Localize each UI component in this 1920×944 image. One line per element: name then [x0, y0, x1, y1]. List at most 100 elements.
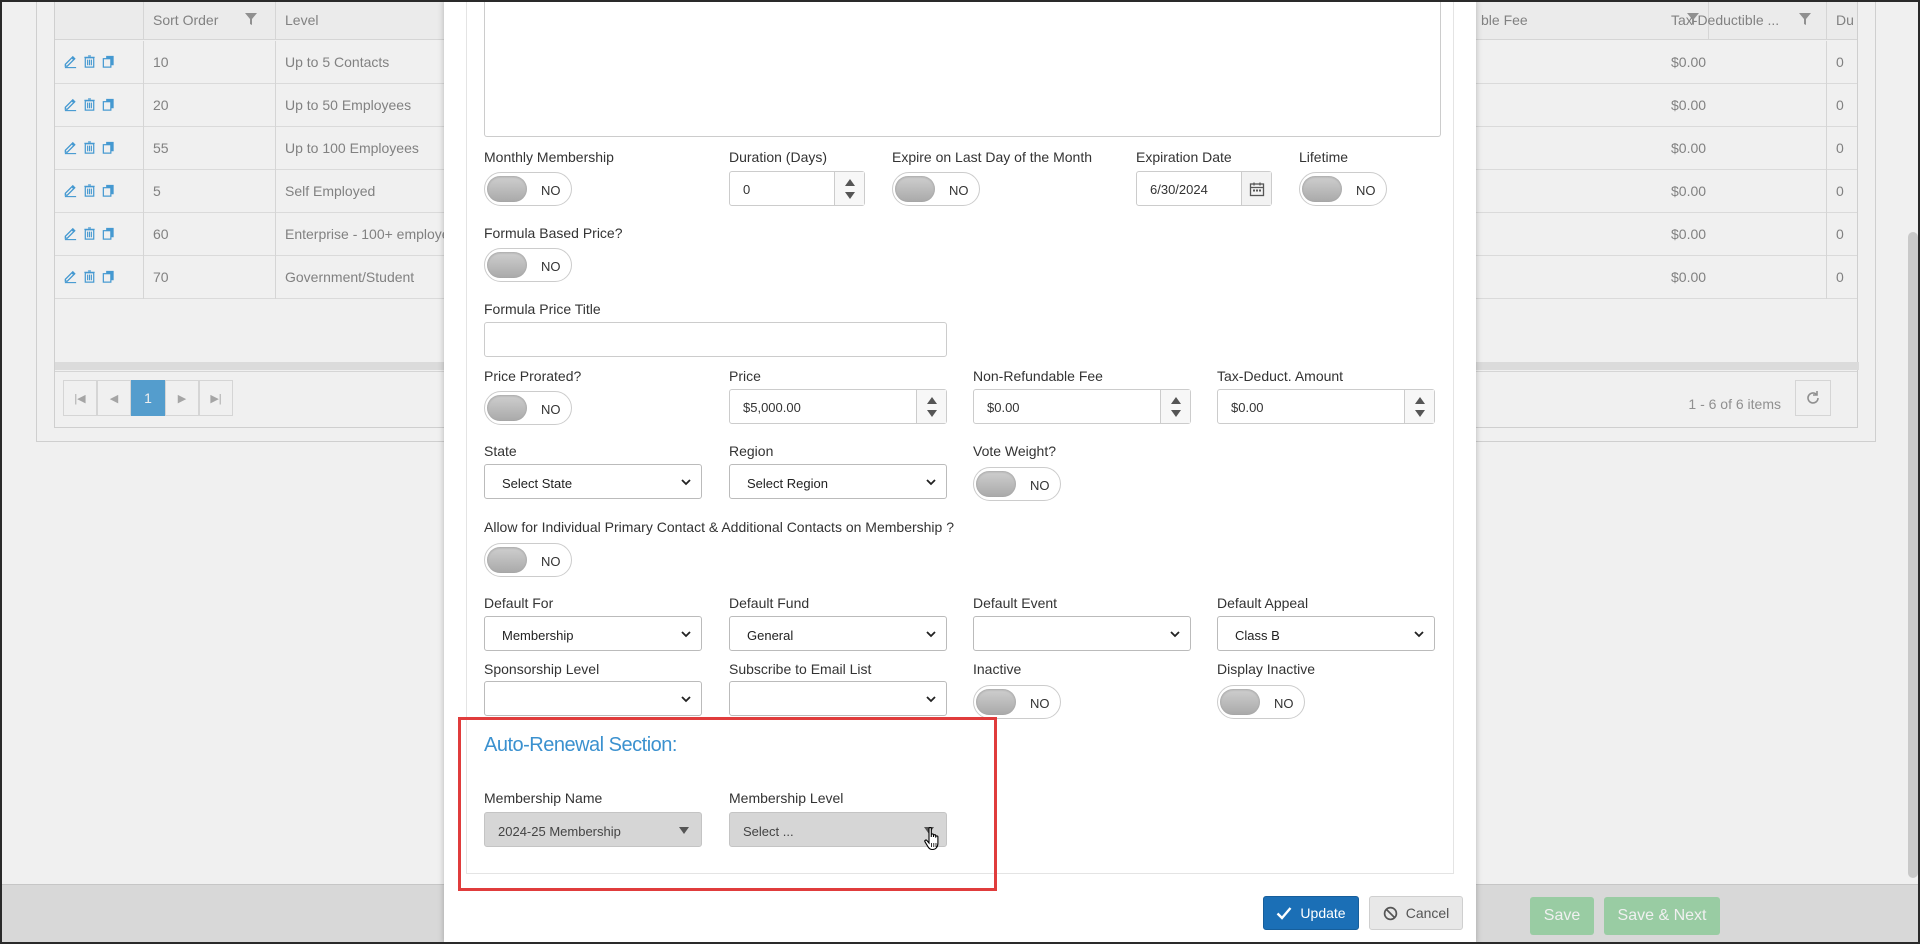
- default-event-label: Default Event: [973, 595, 1058, 611]
- toggle-knob: [976, 471, 1016, 497]
- toggle-knob: [1220, 689, 1260, 715]
- page-scrollbar-thumb[interactable]: [1908, 232, 1918, 878]
- display-inactive-label: Display Inactive: [1217, 661, 1316, 677]
- expiration-date-value: 6/30/2024: [1150, 182, 1208, 197]
- duration-label: Duration (Days): [729, 149, 828, 165]
- default-fund-label: Default Fund: [729, 595, 810, 611]
- sponsorship-level-select[interactable]: [484, 681, 702, 716]
- default-for-select[interactable]: Membership: [484, 616, 702, 651]
- default-appeal-select-value: Class B: [1235, 628, 1280, 643]
- vote-weight-toggle[interactable]: NO: [973, 467, 1061, 501]
- expire-last-day-label: Expire on Last Day of the Month: [892, 149, 1092, 165]
- price-value: $5,000.00: [743, 400, 801, 415]
- toggle-state: NO: [1356, 183, 1376, 198]
- display-inactive-toggle[interactable]: NO: [1217, 685, 1305, 719]
- toggle-knob: [487, 252, 527, 278]
- default-appeal-label: Default Appeal: [1217, 595, 1309, 611]
- toggle-state: NO: [541, 183, 561, 198]
- monthly-membership-label: Monthly Membership: [484, 149, 614, 165]
- increment-icon[interactable]: [927, 397, 937, 404]
- toggle-state: NO: [541, 402, 561, 417]
- toggle-state: NO: [1030, 478, 1050, 493]
- expire-last-day-toggle[interactable]: NO: [892, 172, 980, 206]
- toggle-knob: [895, 176, 935, 202]
- price-input[interactable]: $5,000.00: [729, 389, 947, 424]
- default-event-select[interactable]: [973, 616, 1191, 651]
- state-label: State: [484, 443, 517, 459]
- formula-based-price-toggle[interactable]: NO: [484, 248, 572, 282]
- toggle-knob: [1302, 176, 1342, 202]
- duration-stepper[interactable]: [834, 172, 864, 205]
- inactive-label: Inactive: [973, 661, 1022, 677]
- non-refundable-fee-input[interactable]: $0.00: [973, 389, 1191, 424]
- hand-cursor-icon: [924, 827, 939, 851]
- chevron-down-icon: [926, 696, 936, 703]
- toggle-state: NO: [1030, 696, 1050, 711]
- price-prorated-toggle[interactable]: NO: [484, 391, 572, 425]
- increment-icon[interactable]: [845, 179, 855, 186]
- default-appeal-select[interactable]: Class B: [1217, 616, 1435, 651]
- default-for-label: Default For: [484, 595, 554, 611]
- decrement-icon[interactable]: [1171, 410, 1181, 417]
- modal-backdrop-left: [0, 0, 444, 944]
- subscribe-email-label: Subscribe to Email List: [729, 661, 872, 677]
- non-refundable-fee-label: Non-Refundable Fee: [973, 368, 1103, 384]
- price-label: Price: [729, 368, 761, 384]
- description-textarea[interactable]: [484, 0, 1441, 137]
- tax-deduct-amount-stepper[interactable]: [1404, 390, 1434, 423]
- region-label: Region: [729, 443, 774, 459]
- state-select-value: Select State: [502, 476, 573, 491]
- highlight-annotation-box: [458, 717, 997, 891]
- default-fund-select[interactable]: General: [729, 616, 947, 651]
- chevron-down-icon: [681, 479, 691, 486]
- toggle-knob: [976, 689, 1016, 715]
- chevron-down-icon: [681, 631, 691, 638]
- decrement-icon[interactable]: [1415, 410, 1425, 417]
- chevron-down-icon: [1170, 631, 1180, 638]
- subscribe-email-select[interactable]: [729, 681, 947, 716]
- monthly-membership-toggle[interactable]: NO: [484, 172, 572, 206]
- formula-price-title-label: Formula Price Title: [484, 301, 601, 317]
- toggle-state: NO: [541, 259, 561, 274]
- formula-price-title-input[interactable]: [484, 322, 947, 357]
- calendar-icon[interactable]: [1241, 172, 1271, 205]
- update-button[interactable]: Update: [1263, 896, 1359, 930]
- tax-deduct-amount-label: Tax-Deduct. Amount: [1217, 368, 1344, 384]
- check-icon: [1277, 907, 1292, 920]
- vote-weight-label: Vote Weight?: [973, 443, 1057, 459]
- update-button-label: Update: [1300, 905, 1346, 921]
- default-fund-select-value: General: [747, 628, 794, 643]
- toggle-state: NO: [1274, 696, 1294, 711]
- decrement-icon[interactable]: [927, 410, 937, 417]
- toggle-knob: [487, 176, 527, 202]
- toggle-knob: [487, 547, 527, 573]
- lifetime-toggle[interactable]: NO: [1299, 172, 1387, 206]
- increment-icon[interactable]: [1171, 397, 1181, 404]
- increment-icon[interactable]: [1415, 397, 1425, 404]
- expiration-date-label: Expiration Date: [1136, 149, 1232, 165]
- sponsorship-level-label: Sponsorship Level: [484, 661, 600, 677]
- ban-icon: [1383, 906, 1397, 920]
- modal-backdrop-right: [1476, 0, 1920, 944]
- duration-value: 0: [743, 182, 751, 197]
- chevron-down-icon: [1414, 631, 1424, 638]
- allow-contacts-toggle[interactable]: NO: [484, 543, 572, 577]
- expiration-date-input[interactable]: 6/30/2024: [1136, 171, 1272, 206]
- toggle-knob: [487, 395, 527, 421]
- price-prorated-label: Price Prorated?: [484, 368, 582, 384]
- chevron-down-icon: [926, 479, 936, 486]
- region-select[interactable]: Select Region: [729, 464, 947, 499]
- decrement-icon[interactable]: [845, 192, 855, 199]
- non-refundable-fee-value: $0.00: [987, 400, 1020, 415]
- tax-deduct-amount-input[interactable]: $0.00: [1217, 389, 1435, 424]
- non-refundable-fee-stepper[interactable]: [1160, 390, 1190, 423]
- toggle-state: NO: [949, 183, 969, 198]
- toggle-state: NO: [541, 554, 561, 569]
- cancel-button[interactable]: Cancel: [1369, 896, 1463, 930]
- duration-input[interactable]: 0: [729, 171, 865, 206]
- state-select[interactable]: Select State: [484, 464, 702, 499]
- price-stepper[interactable]: [916, 390, 946, 423]
- allow-contacts-label: Allow for Individual Primary Contact & A…: [484, 519, 954, 535]
- inactive-toggle[interactable]: NO: [973, 685, 1061, 719]
- lifetime-label: Lifetime: [1299, 149, 1349, 165]
